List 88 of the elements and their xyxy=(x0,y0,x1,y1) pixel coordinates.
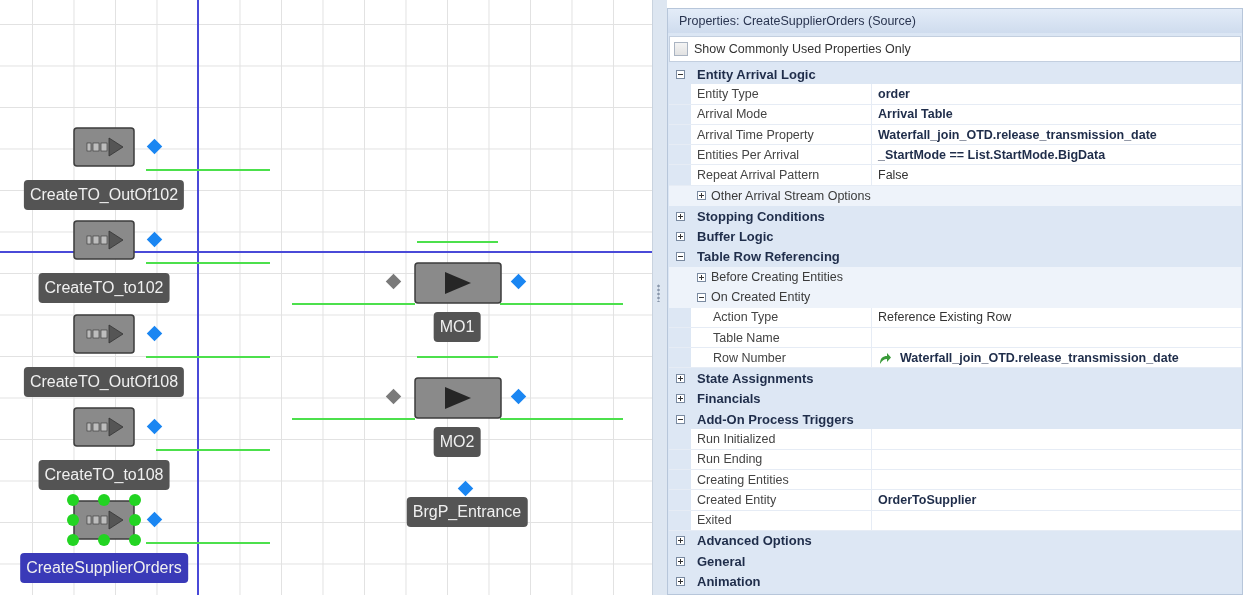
category-label: Add-On Process Triggers xyxy=(696,411,854,427)
object-label: BrgP_Entrance xyxy=(406,497,528,527)
property-name: Arrival Time Property xyxy=(697,127,814,142)
property-name: Entity Type xyxy=(697,86,759,101)
group-label: Other Arrival Stream Options xyxy=(711,188,871,203)
resize-handle[interactable] xyxy=(67,534,79,546)
expand-toggle[interactable] xyxy=(675,577,685,587)
source-icon[interactable] xyxy=(73,500,135,540)
server-icon[interactable] xyxy=(414,262,502,304)
property-row[interactable]: Entity Type order xyxy=(669,84,1241,105)
object-label: MO1 xyxy=(433,312,481,342)
category-label: General xyxy=(696,553,746,569)
expand-toggle[interactable] xyxy=(675,374,685,384)
category-label: Animation xyxy=(696,574,761,590)
source-icon[interactable] xyxy=(73,407,135,447)
object-label: CreateTO_OutOf108 xyxy=(23,367,185,397)
property-row[interactable]: Entities Per Arrival _StartMode == List.StartMode.BigData xyxy=(669,145,1241,166)
property-row[interactable]: Arrival Time Property Waterfall_join_OTD.release_transmission_date xyxy=(669,124,1241,146)
property-name: Table Name xyxy=(713,330,780,345)
property-name: Run Ending xyxy=(697,452,763,467)
category-label: Buffer Logic xyxy=(696,229,774,244)
collapse-toggle[interactable] xyxy=(675,252,685,262)
group-row[interactable]: Before Creating Entities xyxy=(669,266,1241,288)
property-row[interactable]: Repeat Arrival Pattern False xyxy=(669,165,1241,186)
expand-toggle[interactable] xyxy=(675,556,685,566)
expand-toggle[interactable] xyxy=(697,272,706,282)
splitter-grip[interactable] xyxy=(657,284,660,302)
category-label: State Assignments xyxy=(696,371,814,387)
property-name: Created Entity xyxy=(697,492,777,507)
group-label: Before Creating Entities xyxy=(711,270,843,285)
resize-handle[interactable] xyxy=(129,494,141,506)
property-row[interactable]: Created Entity OrderToSupplier xyxy=(669,490,1241,511)
collapse-toggle[interactable] xyxy=(675,414,685,424)
property-name: Arrival Mode xyxy=(697,107,768,122)
category-label: Table Row Referencing xyxy=(696,249,840,265)
expand-toggle[interactable] xyxy=(675,536,685,546)
property-value-field[interactable]: OrderToSupplier xyxy=(872,490,1241,510)
property-name: Creating Entities xyxy=(697,472,789,487)
property-value-field[interactable]: Arrival Table xyxy=(872,104,1241,124)
property-value-field[interactable]: False xyxy=(872,165,1241,185)
collapse-toggle[interactable] xyxy=(697,292,706,302)
resize-handle[interactable] xyxy=(67,494,79,506)
property-name: Row Number xyxy=(713,350,786,365)
category-label: Advanced Options xyxy=(696,533,812,549)
property-row[interactable]: Exited xyxy=(669,510,1241,531)
expand-toggle[interactable] xyxy=(675,232,685,241)
property-name: Entities Per Arrival xyxy=(697,147,800,162)
property-row[interactable]: Table Name xyxy=(669,327,1241,349)
property-name: Action Type xyxy=(713,310,779,325)
source-icon[interactable] xyxy=(73,220,135,260)
expand-toggle[interactable] xyxy=(675,211,685,221)
property-value-field[interactable]: order xyxy=(872,84,1241,104)
resize-handle[interactable] xyxy=(129,534,141,546)
property-row[interactable]: Run Initialized xyxy=(669,429,1241,450)
category-label: Entity Arrival Logic xyxy=(696,66,816,82)
group-row[interactable]: Other Arrival Stream Options xyxy=(669,185,1241,207)
property-row[interactable]: Creating Entities xyxy=(669,469,1241,491)
category-label: Financials xyxy=(696,391,761,407)
property-name: Exited xyxy=(697,513,732,528)
property-row[interactable]: Action Type Reference Existing Row xyxy=(669,307,1241,328)
expand-toggle[interactable] xyxy=(675,394,685,404)
object-label: CreateTO_OutOf102 xyxy=(23,180,185,210)
property-row[interactable]: Row Number Waterfall_join_OTD.release_transmission_date xyxy=(669,348,1241,369)
resize-handle[interactable] xyxy=(67,514,79,526)
property-value-field[interactable]: Reference Existing Row xyxy=(872,307,1241,327)
property-row[interactable]: Run Ending xyxy=(669,449,1241,470)
resize-handle[interactable] xyxy=(98,494,110,506)
category-label: Stopping Conditions xyxy=(696,208,825,224)
object-label: CreateTO_to102 xyxy=(38,273,170,303)
object-label: CreateTO_to108 xyxy=(38,460,170,490)
property-name: Repeat Arrival Pattern xyxy=(697,168,820,183)
source-icon[interactable] xyxy=(73,314,135,354)
property-value-field[interactable]: _StartMode == List.StartMode.BigData xyxy=(872,145,1241,165)
collapse-toggle[interactable] xyxy=(675,69,685,79)
checkbox[interactable] xyxy=(674,42,688,56)
group-label: On Created Entity xyxy=(711,290,811,305)
source-icon[interactable] xyxy=(73,127,135,167)
server-icon[interactable] xyxy=(414,377,502,419)
object-label: CreateSupplierOrders xyxy=(20,553,188,583)
expand-toggle[interactable] xyxy=(697,191,706,201)
property-row[interactable]: Arrival Mode Arrival Table xyxy=(669,104,1241,125)
group-row[interactable]: On Created Entity xyxy=(669,287,1241,308)
object-label: MO2 xyxy=(433,427,481,457)
property-value-field[interactable]: Waterfall_join_OTD.release_transmission_date xyxy=(872,124,1241,145)
panel-title: Properties: CreateSupplierOrders (Source) xyxy=(668,9,1242,33)
property-name: Run Initialized xyxy=(697,432,776,446)
property-value-field[interactable]: Waterfall_join_OTD.release_transmission_date xyxy=(872,348,1241,368)
checkbox-label: Show Commonly Used Properties Only xyxy=(694,42,911,56)
